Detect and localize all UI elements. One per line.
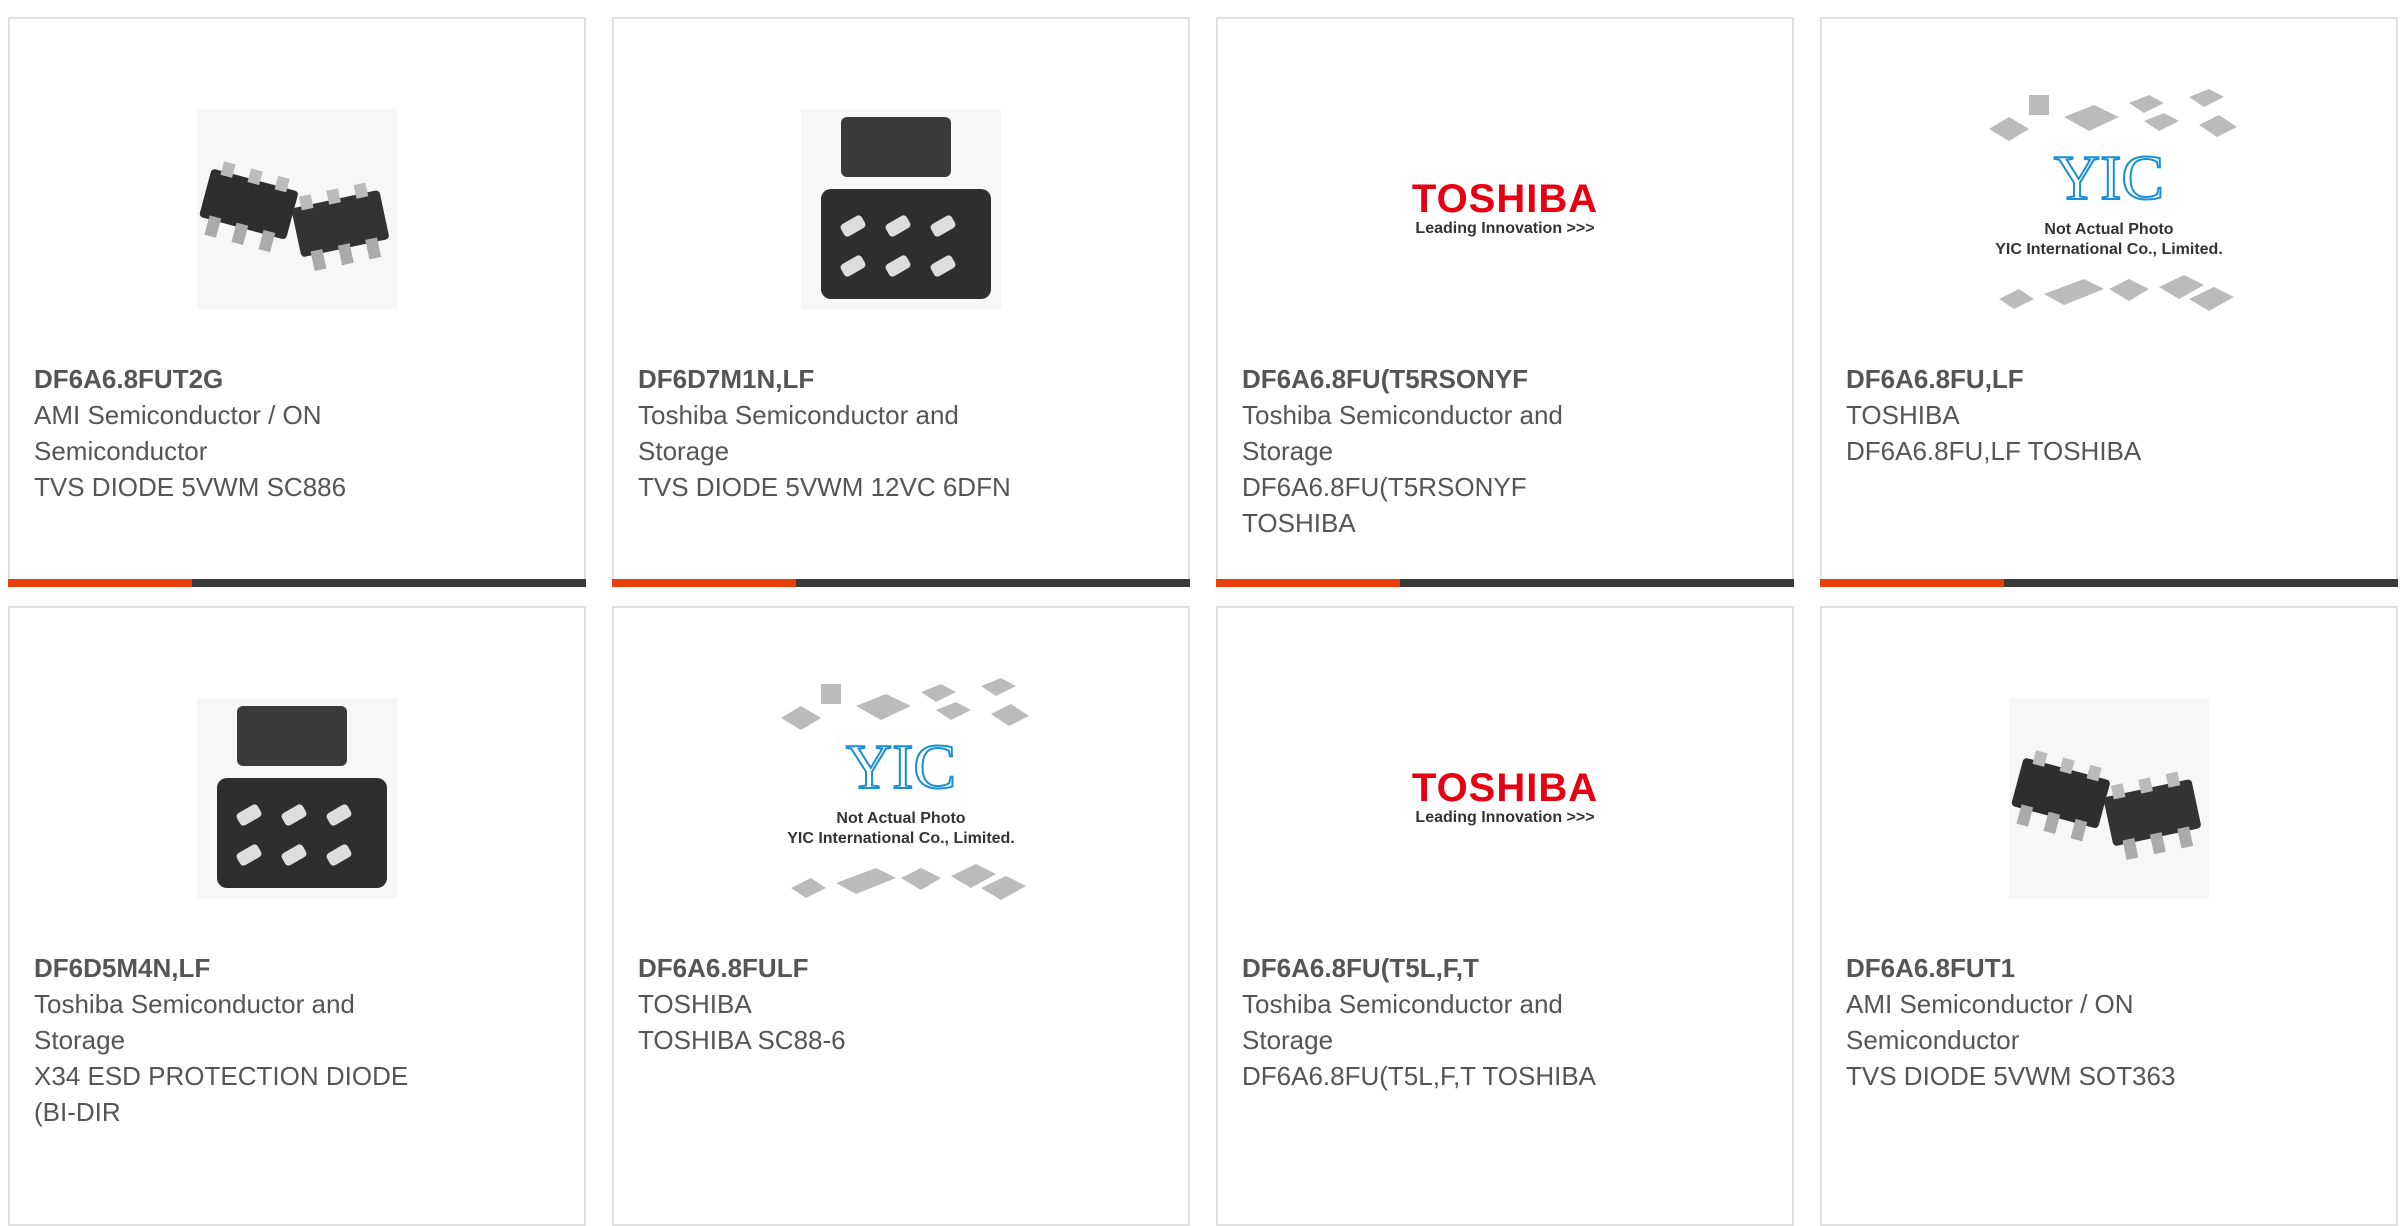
description-line: X34 ESD PROTECTION DIODE: [34, 1061, 409, 1091]
product-image[interactable]: TOSHIBA Leading Innovation >>>: [1218, 668, 1792, 928]
manufacturer-line: AMI Semiconductor / ON: [34, 400, 322, 430]
product-info: DF6A6.8FUT2G AMI Semiconductor / ON Semi…: [34, 361, 474, 505]
product-info: DF6A6.8FU,LF TOSHIBA DF6A6.8FU,LF TOSHIB…: [1846, 361, 2286, 469]
yic-notice: Not Actual Photo: [836, 810, 965, 827]
manufacturer-line: Toshiba Semiconductor and: [638, 400, 959, 430]
dfn-chip-photo-icon: [197, 698, 397, 898]
card-bar-accent: [1216, 579, 1400, 587]
yic-placeholder-icon: YIC Not Actual Photo YIC International C…: [1989, 89, 2237, 311]
product-image[interactable]: [10, 668, 584, 928]
description-line: DF6A6.8FU,LF TOSHIBA: [1846, 436, 2142, 466]
manufacturer-line: Toshiba Semiconductor and: [1242, 989, 1563, 1019]
product-info: DF6A6.8FU(T5RSONYF Toshiba Semiconductor…: [1242, 361, 1682, 541]
product-info: DF6A6.8FULF TOSHIBA TOSHIBA SC88-6: [638, 950, 1078, 1058]
description-line: TVS DIODE 5VWM SOT363: [1846, 1061, 2176, 1091]
product-card[interactable]: DF6A6.8FUT1 AMI Semiconductor / ON Semic…: [1820, 606, 2398, 1226]
dfn-chip-photo-icon: [801, 109, 1001, 309]
yic-company: YIC International Co., Limited.: [1995, 241, 2223, 258]
product-image[interactable]: TOSHIBA Leading Innovation >>>: [1218, 79, 1792, 339]
manufacturer-line: Toshiba Semiconductor and: [1242, 400, 1563, 430]
toshiba-logo: TOSHIBA Leading Innovation >>>: [1412, 179, 1598, 239]
sot363-chip-photo-icon: [197, 109, 397, 309]
product-card[interactable]: DF6D5M4N,LF Toshiba Semiconductor and St…: [8, 606, 586, 1226]
card-bar-accent: [612, 579, 796, 587]
description-line: TOSHIBA: [1242, 508, 1356, 538]
product-info: DF6D5M4N,LF Toshiba Semiconductor and St…: [34, 950, 474, 1130]
description-line: TVS DIODE 5VWM 12VC 6DFN: [638, 472, 1011, 502]
toshiba-wordmark: TOSHIBA: [1411, 766, 1599, 810]
part-number[interactable]: DF6A6.8FUT2G: [34, 361, 474, 397]
card-bottom-bar: [1216, 579, 1794, 587]
description-line: TVS DIODE 5VWM SC886: [34, 472, 347, 502]
product-image[interactable]: YIC Not Actual Photo YIC International C…: [1822, 79, 2396, 339]
manufacturer-line: AMI Semiconductor / ON: [1846, 989, 2134, 1019]
product-card[interactable]: TOSHIBA Leading Innovation >>> DF6A6.8FU…: [1216, 17, 1794, 587]
card-bar-accent: [1820, 579, 2004, 587]
product-image[interactable]: YIC Not Actual Photo YIC International C…: [614, 668, 1188, 928]
toshiba-tagline: Leading Innovation >>>: [1415, 809, 1595, 826]
card-bottom-bar: [8, 579, 586, 587]
yic-notice: Not Actual Photo: [2044, 221, 2173, 238]
part-number[interactable]: DF6D7M1N,LF: [638, 361, 1078, 397]
product-card[interactable]: YIC Not Actual Photo YIC International C…: [612, 606, 1190, 1226]
product-info: DF6A6.8FUT1 AMI Semiconductor / ON Semic…: [1846, 950, 2286, 1094]
card-bottom-bar: [612, 579, 1190, 587]
description-line: DF6A6.8FU(T5RSONYF: [1242, 472, 1527, 502]
description-line: TOSHIBA SC88-6: [638, 1025, 846, 1055]
manufacturer-line: Storage: [1242, 1025, 1334, 1055]
yic-company: YIC International Co., Limited.: [787, 830, 1015, 847]
product-card[interactable]: YIC Not Actual Photo YIC International C…: [1820, 17, 2398, 587]
manufacturer-line: Semiconductor: [1846, 1025, 2020, 1055]
part-number[interactable]: DF6A6.8FULF: [638, 950, 1078, 986]
manufacturer-line: Semiconductor: [34, 436, 208, 466]
product-image[interactable]: [1822, 668, 2396, 928]
toshiba-tagline: Leading Innovation >>>: [1415, 220, 1595, 237]
product-card[interactable]: DF6D7M1N,LF Toshiba Semiconductor and St…: [612, 17, 1190, 587]
yic-placeholder-icon: YIC Not Actual Photo YIC International C…: [781, 678, 1029, 900]
card-bottom-bar: [1820, 579, 2398, 587]
yic-mark: YIC: [2054, 142, 2164, 213]
manufacturer-line: TOSHIBA: [1846, 400, 1960, 430]
description-line: DF6A6.8FU(T5L,F,T TOSHIBA: [1242, 1061, 1596, 1091]
manufacturer-line: TOSHIBA: [638, 989, 752, 1019]
part-number[interactable]: DF6A6.8FU,LF: [1846, 361, 2286, 397]
product-image[interactable]: [614, 79, 1188, 339]
toshiba-wordmark: TOSHIBA: [1411, 177, 1599, 221]
manufacturer-line: Storage: [638, 436, 730, 466]
product-image[interactable]: [10, 79, 584, 339]
sot363-chip-photo-icon: [2009, 698, 2209, 898]
manufacturer-line: Toshiba Semiconductor and: [34, 989, 355, 1019]
yic-mark: YIC: [846, 731, 956, 802]
description-line: (BI-DIR: [34, 1097, 121, 1127]
product-card[interactable]: DF6A6.8FUT2G AMI Semiconductor / ON Semi…: [8, 17, 586, 587]
manufacturer-line: Storage: [1242, 436, 1334, 466]
toshiba-logo: TOSHIBA Leading Innovation >>>: [1412, 768, 1598, 828]
product-grid: DF6A6.8FUT2G AMI Semiconductor / ON Semi…: [0, 0, 2400, 1226]
product-info: DF6A6.8FU(T5L,F,T Toshiba Semiconductor …: [1242, 950, 1682, 1094]
product-card[interactable]: TOSHIBA Leading Innovation >>> DF6A6.8FU…: [1216, 606, 1794, 1226]
part-number[interactable]: DF6A6.8FU(T5L,F,T: [1242, 950, 1682, 986]
part-number[interactable]: DF6A6.8FUT1: [1846, 950, 2286, 986]
part-number[interactable]: DF6D5M4N,LF: [34, 950, 474, 986]
card-bar-accent: [8, 579, 192, 587]
part-number[interactable]: DF6A6.8FU(T5RSONYF: [1242, 361, 1682, 397]
manufacturer-line: Storage: [34, 1025, 126, 1055]
product-info: DF6D7M1N,LF Toshiba Semiconductor and St…: [638, 361, 1078, 505]
